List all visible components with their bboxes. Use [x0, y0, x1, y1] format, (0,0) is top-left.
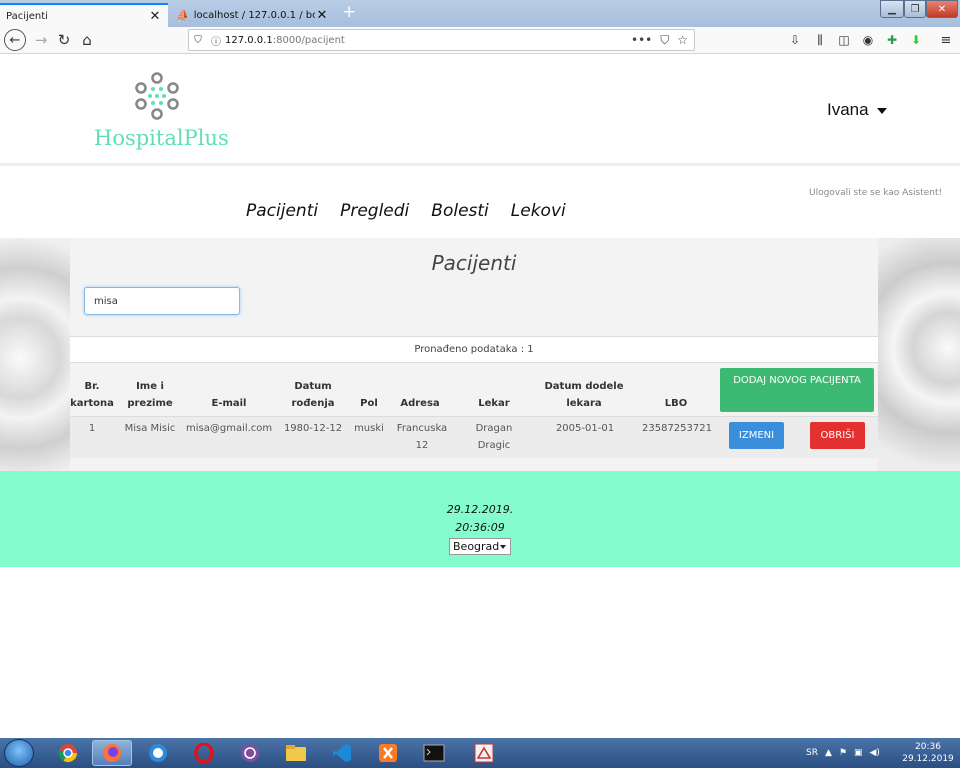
close-tab-icon[interactable]: ✕	[315, 8, 329, 23]
column-header-ime-prezime: Ime i prezime	[127, 381, 173, 409]
column-header-adresa: Adresa	[400, 398, 440, 409]
city-select-value: Beograd	[453, 540, 500, 553]
cell-datum-rodjenja: 1980-12-12	[283, 423, 343, 434]
column-header-email: E-mail	[211, 398, 247, 409]
results-count: Pronađeno podataka : 1	[70, 336, 878, 363]
viber-icon[interactable]	[230, 740, 270, 766]
firefox-icon[interactable]	[92, 740, 132, 766]
info-icon[interactable]: ⓘ	[207, 33, 225, 48]
chat-app-icon[interactable]	[138, 740, 178, 766]
xampp-icon[interactable]	[368, 740, 408, 766]
reload-icon[interactable]: ↻	[55, 30, 73, 50]
cell-ime-prezime: Misa Misic	[124, 423, 176, 434]
account-icon[interactable]: ◉	[859, 30, 877, 50]
page-actions-icon[interactable]: •••	[631, 33, 652, 48]
footer-date: 29.12.2019.	[446, 503, 514, 516]
network-icon[interactable]: ▣	[854, 748, 863, 758]
tab-label: localhost / 127.0.0.1 / bolnica /	[193, 9, 315, 21]
cell-lekar: Dragan Dragic	[475, 423, 513, 451]
library-icon[interactable]: ⫼	[811, 30, 829, 50]
column-header-datum-dodele: Datum dodele lekara	[544, 381, 624, 409]
cell-pol: muski	[354, 423, 384, 434]
background-decoration-right	[878, 238, 960, 471]
volume-icon[interactable]: ◀)	[869, 748, 879, 758]
cell-email: misa@gmail.com	[186, 423, 273, 434]
shield-icon: ⛉	[194, 34, 202, 46]
clock-date: 29.12.2019	[902, 754, 954, 764]
site-header: HospitalPlus Ivana	[0, 55, 960, 166]
menu-item-lekovi[interactable]: Lekovi	[511, 201, 566, 221]
edit-button[interactable]: IZMENI	[729, 422, 784, 449]
login-info: Ulogovali ste se kao Asistent!	[809, 188, 943, 198]
browser-tab-bar: Pacijenti ✕ ⛵ localhost / 127.0.0.1 / bo…	[0, 0, 960, 27]
clock-time: 20:36	[915, 742, 941, 752]
column-header-lbo: LBO	[664, 398, 688, 409]
hamburger-menu-icon[interactable]: ≡	[937, 30, 955, 50]
cell-datum-dodele: 2005-01-01	[555, 423, 615, 434]
pdf-reader-icon[interactable]	[464, 740, 504, 766]
search-input[interactable]	[84, 287, 240, 315]
close-window-button[interactable]: ✕	[926, 0, 958, 18]
column-header-pol: Pol	[360, 398, 378, 409]
brand-name[interactable]: HospitalPlus	[94, 126, 229, 150]
sidebar-icon[interactable]: ◫	[835, 30, 853, 50]
download-extension-icon[interactable]: ⬇	[907, 30, 925, 50]
column-header-datum-rodjenja: Datum rođenja	[291, 381, 335, 409]
system-tray: SR ▲ ⚑ ▣ ◀)	[806, 740, 880, 766]
delete-button[interactable]: OBRIŠI	[810, 422, 865, 449]
extension-icon[interactable]: ✚	[883, 30, 901, 50]
chevron-down-icon	[500, 544, 506, 549]
user-name: Ivana	[827, 100, 869, 119]
menu-item-pregledi[interactable]: Pregledi	[340, 201, 409, 221]
hospital-logo-icon	[135, 72, 179, 120]
city-select[interactable]: Beograd	[449, 538, 511, 555]
terminal-icon[interactable]	[414, 740, 454, 766]
cell-lbo: 23587253721	[642, 423, 712, 434]
tray-expand-icon[interactable]: ▲	[825, 748, 832, 758]
url-path: :8000/pacijent	[272, 34, 345, 46]
cell-adresa: Francuska 12	[396, 423, 448, 451]
forward-arrow-icon[interactable]: →	[32, 30, 50, 50]
tab-phpmyadmin[interactable]: ⛵ localhost / 127.0.0.1 / bolnica / ✕	[170, 3, 335, 27]
footer: 29.12.2019. 20:36:09 Beograd	[0, 471, 960, 567]
add-patient-button[interactable]: DODAJ NOVOG PACIJENTA	[720, 368, 874, 412]
screen: Pacijenti ✕ ⛵ localhost / 127.0.0.1 / bo…	[0, 0, 960, 768]
user-menu[interactable]: Ivana	[827, 100, 887, 120]
address-bar[interactable]: ⛉ ⓘ 127.0.0.1 :8000/pacijent ••• ⛉ ☆	[188, 29, 695, 51]
patients-panel: Pacijenti Pronađeno podataka : 1 Br. kar…	[70, 238, 878, 471]
phpmyadmin-icon: ⛵	[176, 8, 190, 22]
column-header-br-kartona: Br. kartona	[70, 381, 114, 409]
close-tab-icon[interactable]: ✕	[148, 9, 162, 24]
maximize-button[interactable]: ❐	[904, 0, 926, 18]
tab-pacijenti[interactable]: Pacijenti ✕	[0, 3, 168, 27]
footer-time: 20:36:09	[455, 521, 505, 534]
language-indicator[interactable]: SR	[806, 748, 818, 758]
home-icon[interactable]: ⌂	[78, 30, 96, 50]
menu-item-pacijenti[interactable]: Pacijenti	[246, 201, 318, 221]
caret-down-icon	[876, 107, 887, 114]
column-header-lekar: Lekar	[478, 398, 510, 409]
downloads-icon[interactable]: ⇩	[787, 30, 803, 50]
system-clock[interactable]: 20:36 29.12.2019	[900, 741, 956, 765]
file-explorer-icon[interactable]	[276, 740, 316, 766]
flag-icon[interactable]: ⚑	[839, 748, 847, 758]
vscode-icon[interactable]	[322, 740, 362, 766]
chrome-icon[interactable]	[48, 740, 88, 766]
minimize-button[interactable]: ▁	[880, 0, 904, 18]
back-arrow-icon[interactable]: ←	[4, 29, 26, 51]
browser-toolbar: ← → ↻ ⌂ ⛉ ⓘ 127.0.0.1 :8000/pacijent •••…	[0, 27, 960, 54]
page-title: Pacijenti	[431, 251, 517, 275]
cell-br-kartona: 1	[88, 423, 96, 434]
tab-label: Pacijenti	[6, 10, 48, 22]
pocket-icon[interactable]: ⛉	[660, 33, 669, 48]
menu-item-bolesti[interactable]: Bolesti	[431, 201, 489, 221]
bookmark-star-icon[interactable]: ☆	[677, 33, 688, 48]
opera-icon[interactable]	[184, 740, 224, 766]
main-menu: Pacijenti Pregledi Bolesti Lekovi	[246, 201, 566, 221]
new-tab-button[interactable]: +	[342, 3, 356, 21]
start-button[interactable]	[4, 739, 34, 767]
url-host: 127.0.0.1	[225, 34, 273, 46]
windows-taskbar: SR ▲ ⚑ ▣ ◀) 20:36 29.12.2019	[0, 738, 960, 768]
